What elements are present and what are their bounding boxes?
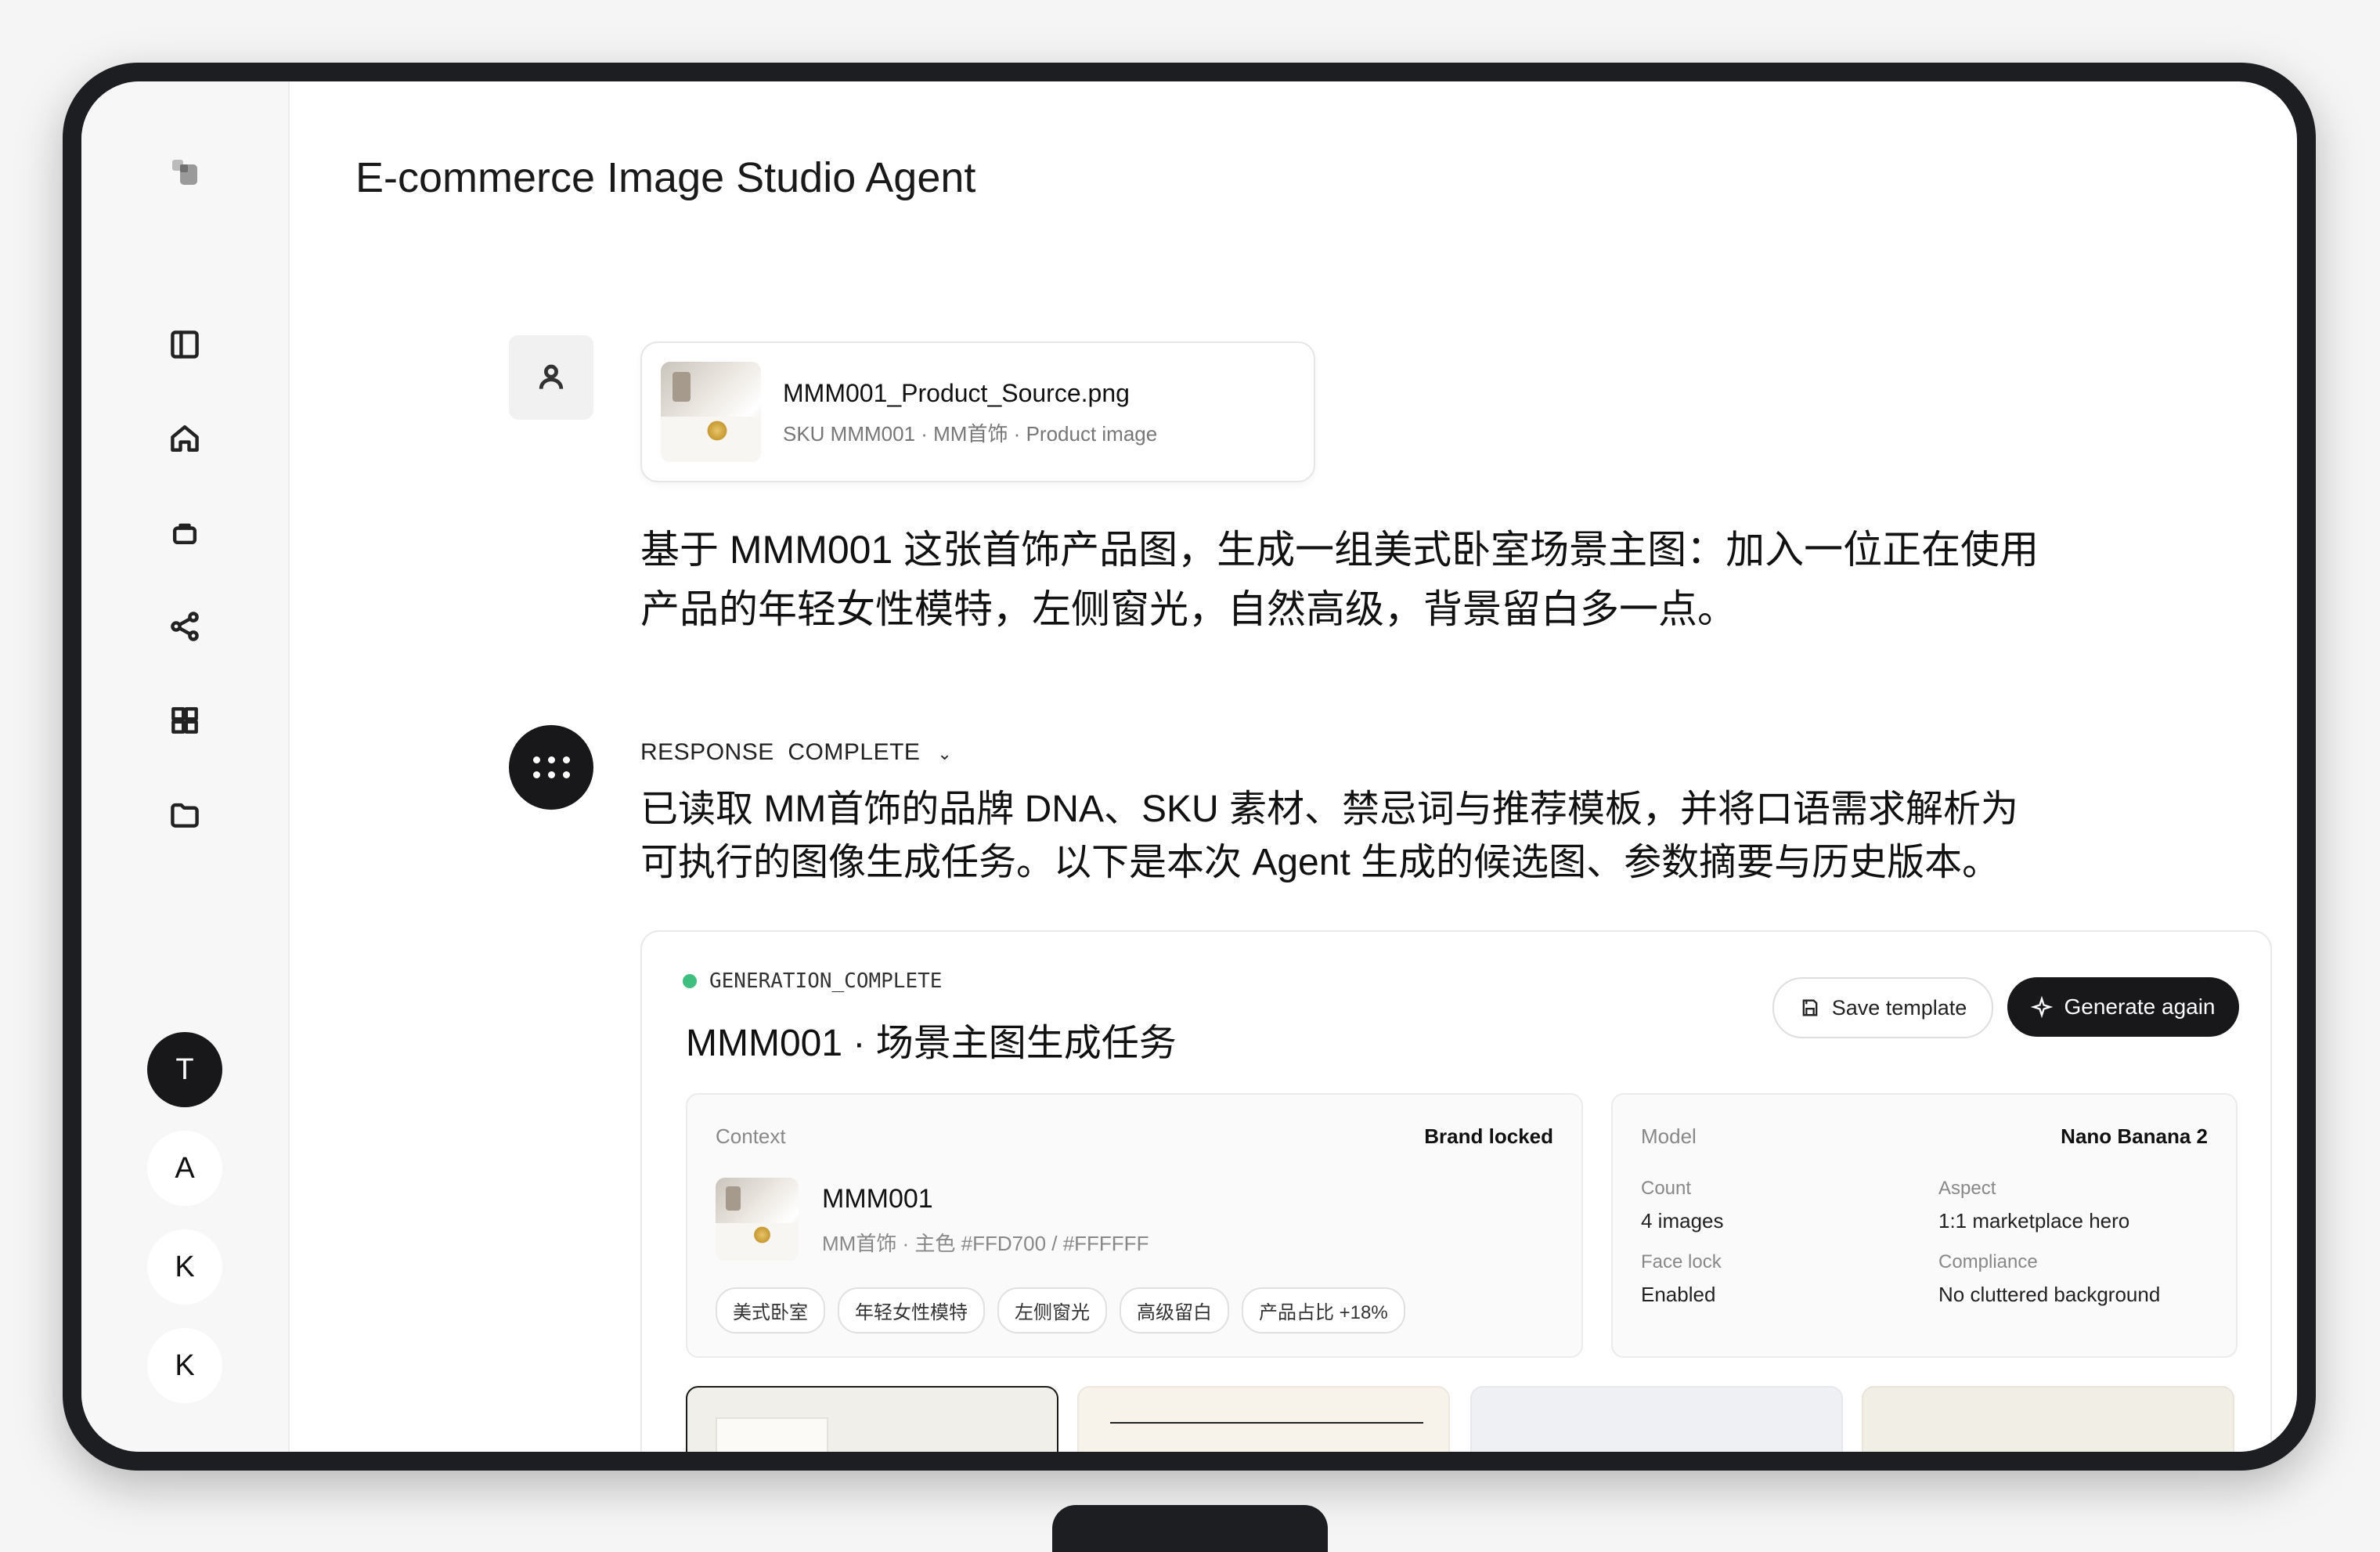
tag-chip[interactable]: 左侧窗光 xyxy=(997,1287,1107,1334)
generate-again-label: Generate again xyxy=(2064,994,2216,1019)
agent-response-text: 已读取 MM首饰的品牌 DNA、SKU 素材、禁忌词与推荐模板，并将口语需求解析… xyxy=(640,789,2019,883)
briefcase-icon xyxy=(172,523,197,545)
generation-status-label: GENERATION_COMPLETE xyxy=(709,969,943,993)
save-template-button[interactable]: Save template xyxy=(1772,977,1993,1038)
candidate-image[interactable] xyxy=(1077,1386,1450,1452)
tag-chip[interactable]: 年轻女性模特 xyxy=(838,1287,985,1334)
candidate-image[interactable] xyxy=(1470,1386,1843,1452)
attachment-card[interactable]: MMM001_Product_Source.png SKU MMM001 · M… xyxy=(640,341,1315,482)
avatar-letter: A xyxy=(175,1151,195,1185)
sparkle-icon xyxy=(2031,996,2054,1018)
generate-again-button[interactable]: Generate again xyxy=(2007,977,2239,1037)
aspect-label: Aspect xyxy=(1938,1178,1996,1199)
context-label: Context xyxy=(716,1124,786,1148)
face-lock-value: Enabled xyxy=(1641,1283,1716,1306)
count-value: 4 images xyxy=(1641,1209,1724,1233)
nav-share[interactable] xyxy=(157,598,213,655)
compliance-value: No cluttered background xyxy=(1938,1283,2161,1306)
nav-files[interactable] xyxy=(157,786,213,843)
response-status-label: RESPONSE COMPLETE xyxy=(640,739,921,765)
context-panel: Context Brand locked MMM001 MM首饰 · 主色 #F… xyxy=(686,1093,1583,1358)
workspace-avatar[interactable]: A xyxy=(147,1131,222,1206)
compliance-label: Compliance xyxy=(1938,1251,2038,1272)
chevron-down-icon: ⌄ xyxy=(937,744,953,763)
user-icon xyxy=(539,364,564,389)
attachment-filename: MMM001_Product_Source.png xyxy=(783,379,1130,407)
tag-chip[interactable]: 美式卧室 xyxy=(716,1287,825,1334)
user-avatar xyxy=(509,335,593,420)
model-label: Model xyxy=(1641,1124,1697,1148)
workspace-avatar[interactable]: K xyxy=(147,1328,222,1403)
aspect-value: 1:1 marketplace hero xyxy=(1938,1209,2130,1233)
sku-code: MMM001 xyxy=(822,1184,933,1214)
home-icon xyxy=(171,425,199,452)
response-status-toggle[interactable]: RESPONSE COMPLETE ⌄ xyxy=(640,739,952,766)
attachment-meta: SKU MMM001 · MM首饰 · Product image xyxy=(783,422,1158,446)
user-prompt: 基于 MMM001 这张首饰产品图，生成一组美式卧室场景主图：加入一位正在使用产… xyxy=(640,528,2039,631)
agent-avatar xyxy=(509,725,593,810)
sku-meta: MM首饰 · 主色 #FFD700 / #FFFFFF xyxy=(822,1232,1149,1255)
tag-chip[interactable]: 产品占比 +18% xyxy=(1242,1287,1405,1334)
avatar-letter: K xyxy=(175,1348,195,1382)
workspace-avatar[interactable]: K xyxy=(147,1229,222,1305)
logo-icon xyxy=(172,160,197,185)
sidebar-toggle-button[interactable] xyxy=(157,316,213,373)
nav-templates[interactable] xyxy=(157,692,213,749)
sidebar: T A K K xyxy=(81,81,290,1452)
page-title: E-commerce Image Studio Agent xyxy=(355,154,976,201)
brand-locked-badge: Brand locked xyxy=(1424,1124,1553,1148)
status-dot-icon xyxy=(683,974,697,988)
avatar-letter: T xyxy=(175,1052,194,1086)
device-frame: T A K K E-commerce Image Studio Agent MM… xyxy=(63,63,2316,1471)
tag-chip[interactable]: 高级留白 xyxy=(1120,1287,1229,1334)
workspace-avatar-active[interactable]: T xyxy=(147,1032,222,1107)
sidebar-toggle-icon xyxy=(171,330,199,359)
generation-task-card: GENERATION_COMPLETE MMM001 · 场景主图生成任务 Sa… xyxy=(640,930,2272,1452)
face-lock-label: Face lock xyxy=(1641,1251,1722,1272)
folder-icon xyxy=(171,803,199,828)
app-window: T A K K E-commerce Image Studio Agent MM… xyxy=(81,81,2297,1452)
save-icon xyxy=(1802,999,1818,1016)
avatar-letter: K xyxy=(175,1250,195,1283)
model-name: Nano Banana 2 xyxy=(2061,1124,2208,1148)
nav-assets[interactable] xyxy=(157,504,213,561)
dock-peek xyxy=(1052,1505,1328,1552)
generation-status: GENERATION_COMPLETE xyxy=(683,969,942,993)
candidate-image[interactable] xyxy=(686,1386,1058,1452)
nav-home[interactable] xyxy=(157,410,213,467)
sku-thumbnail xyxy=(716,1178,799,1261)
count-label: Count xyxy=(1641,1178,1692,1199)
model-panel: Model Nano Banana 2 Count 4 images Aspec… xyxy=(1611,1093,2238,1358)
grid-icon xyxy=(171,707,198,734)
prompt-tags: 美式卧室 年轻女性模特 左侧窗光 高级留白 产品占比 +18% xyxy=(716,1287,1405,1334)
save-template-label: Save template xyxy=(1831,995,1967,1020)
candidate-image[interactable] xyxy=(1862,1386,2234,1452)
task-title: MMM001 · 场景主图生成任务 xyxy=(686,1023,1177,1064)
product-thumbnail xyxy=(661,362,761,462)
share-icon xyxy=(171,612,199,641)
